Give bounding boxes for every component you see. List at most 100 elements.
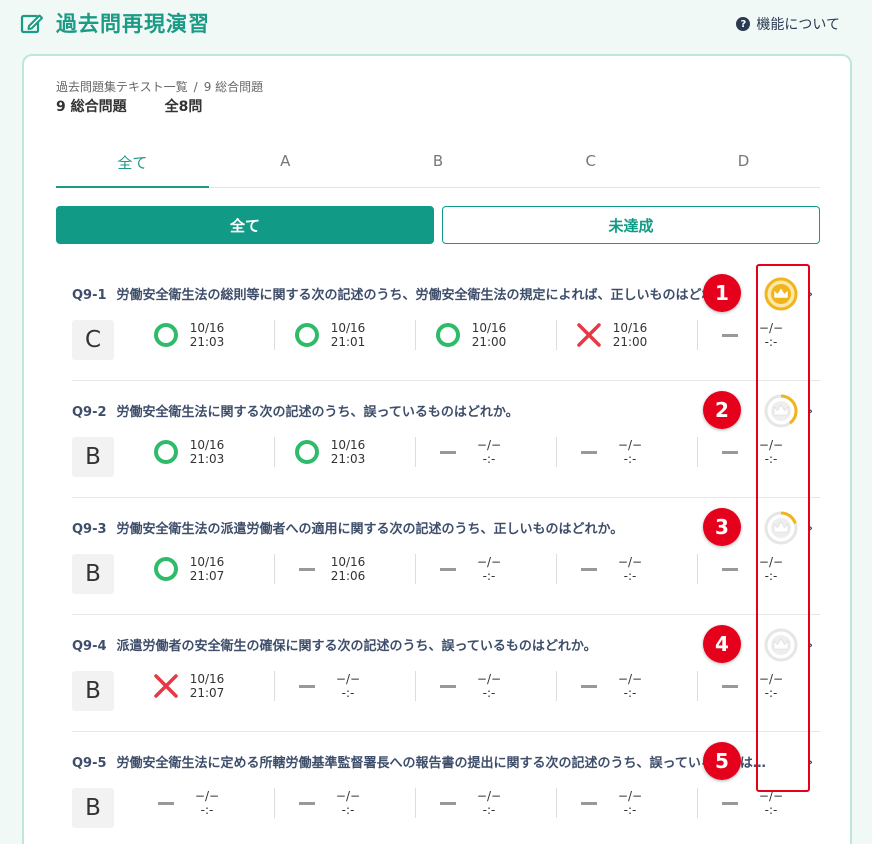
attempt-date: −/− [617,555,643,569]
question-title[interactable]: Q9-1 労働安全衛生法の総則等に関する次の記述のうち、労働安全衛生法の規定によれ… [72,284,776,303]
attempt-datetime: −/− -:- [470,555,508,583]
attempt-time: -:- [341,686,355,700]
no-record-dash-icon [718,674,742,698]
attempt-datetime: −/− -:- [470,672,508,700]
attempt-date: 10/16 [330,321,366,335]
attempt-date: −/− [617,438,643,452]
edit-note-icon [20,14,43,34]
no-record-dash-icon [718,557,742,581]
attempt-record: −/− -:- [416,554,557,584]
attempt-date: 10/16 [330,438,366,452]
question-text: 派遣労働者の安全衛生の確保に関する次の記述のうち、誤っているものはどれか。 [116,639,597,654]
attempt-date: −/− [335,672,361,686]
attempt-date: −/− [476,555,502,569]
attempt-time: -:- [482,569,496,583]
no-record-dash-icon [577,791,601,815]
breadcrumb-separator: / [193,80,198,94]
no-record-dash-icon [436,791,460,815]
attempt-datetime: −/− -:- [611,438,649,466]
attempt-datetime: −/− -:- [470,438,508,466]
question-text: 労働安全衛生法に定める所轄労働基準監督署長への報告書の提出に関する次の記述のうち… [116,756,776,771]
question-title[interactable]: Q9-4 派遣労働者の安全衛生の確保に関する次の記述のうち、誤っているものはどれか… [72,635,776,654]
attempt-datetime: −/− -:- [752,789,790,817]
question-title[interactable]: Q9-2 労働安全衛生法に関する次の記述のうち、誤っているものはどれか。 [72,401,776,420]
correct-circle-icon [154,557,178,581]
grade-badge: B [72,671,114,711]
correct-circle-icon [154,440,178,464]
question-title[interactable]: Q9-3 労働安全衛生法の派遣労働者への適用に関する次の記述のうち、正しいものはど… [72,518,776,537]
attempt-record: 10/16 21:07 [134,554,275,584]
grade-badge: C [72,320,114,360]
question-text: 労働安全衛生法の派遣労働者への適用に関する次の記述のうち、正しいものはどれか。 [116,522,624,537]
attempt-date: −/− [617,789,643,803]
about-feature-label: 機能について [756,17,840,33]
attempt-time: -:- [623,452,637,466]
attempt-record: −/− -:- [557,437,698,467]
attempt-date: −/− [476,672,502,686]
attempt-record: 10/16 21:00 [416,320,557,350]
attempt-date: 10/16 [612,321,648,335]
about-feature-link[interactable]: ? 機能について [736,14,840,34]
filter-unachieved-button[interactable]: 未達成 [442,206,820,244]
section-name: 9 総合問題 [56,99,127,115]
no-record-dash-icon [577,557,601,581]
attempt-datetime: −/− -:- [611,672,649,700]
attempt-time: -:- [341,803,355,817]
attempt-record: 10/16 21:00 [557,320,698,350]
attempt-time: 21:03 [330,452,366,466]
attempt-date: 10/16 [189,672,225,686]
no-record-dash-icon [295,557,319,581]
question-id: Q9-5 [72,756,107,771]
attempt-date: 10/16 [189,555,225,569]
question-list-card: 過去問題集テキスト一覧/9 総合問題 9 総合問題 全8問 全て A B C D … [22,54,852,844]
attempt-time: -:- [482,803,496,817]
annotation-marker: 5 [703,742,741,780]
attempt-record: −/− -:- [416,437,557,467]
question-text: 労働安全衛生法の総則等に関する次の記述のうち、労働安全衛生法の規定によれば、正し… [116,288,741,303]
tab-c[interactable]: C [514,140,667,187]
attempt-date: 10/16 [189,438,225,452]
attempt-date: −/− [617,672,643,686]
page-title: 過去問再現演習 [56,12,210,36]
attempt-record: −/− -:- [416,788,557,818]
attempt-record: 10/16 21:03 [134,320,275,350]
attempt-record: 10/16 21:01 [275,320,416,350]
wrong-cross-icon [154,674,178,698]
attempt-record: −/− -:- [698,788,839,818]
tab-d[interactable]: D [667,140,820,187]
attempt-time: -:- [623,686,637,700]
question-text: 労働安全衛生法に関する次の記述のうち、誤っているものはどれか。 [116,405,519,420]
attempt-record: 10/16 21:06 [275,554,416,584]
no-record-dash-icon [718,323,742,347]
help-icon: ? [736,17,751,31]
attempt-date: 10/16 [189,321,225,335]
breadcrumb-parent-link[interactable]: 過去問題集テキスト一覧 [56,80,188,94]
attempt-record: −/− -:- [275,788,416,818]
filter-all-button[interactable]: 全て [56,206,434,244]
tab-b[interactable]: B [362,140,515,187]
correct-circle-icon [295,440,319,464]
attempt-record: −/− -:- [557,788,698,818]
attempt-time: -:- [200,803,214,817]
question-title[interactable]: Q9-5 労働安全衛生法に定める所轄労働基準監督署長への報告書の提出に関する次の記… [72,752,776,771]
attempt-datetime: 10/16 21:07 [188,672,226,700]
attempt-datetime: 10/16 21:03 [188,321,226,349]
grade-badge: B [72,788,114,828]
attempt-date: −/− [476,438,502,452]
attempt-record: −/− -:- [416,671,557,701]
tab-all[interactable]: 全て [56,140,209,188]
filter-toggle: 全て 未達成 [56,206,820,244]
attempt-datetime: −/− -:- [470,789,508,817]
attempt-date: 10/16 [471,321,507,335]
no-record-dash-icon [577,674,601,698]
attempt-record: −/− -:- [275,671,416,701]
attempt-datetime: 10/16 21:03 [188,438,226,466]
breadcrumb-current: 9 総合問題 [203,80,264,94]
attempt-date: 10/16 [330,555,366,569]
attempt-record: 10/16 21:03 [134,437,275,467]
crown-column-highlight [756,264,810,792]
no-record-dash-icon [154,791,178,815]
tab-a[interactable]: A [209,140,362,187]
breadcrumb: 過去問題集テキスト一覧 / 9 総合問題 [56,78,263,95]
attempt-datetime: 10/16 21:00 [470,321,508,349]
